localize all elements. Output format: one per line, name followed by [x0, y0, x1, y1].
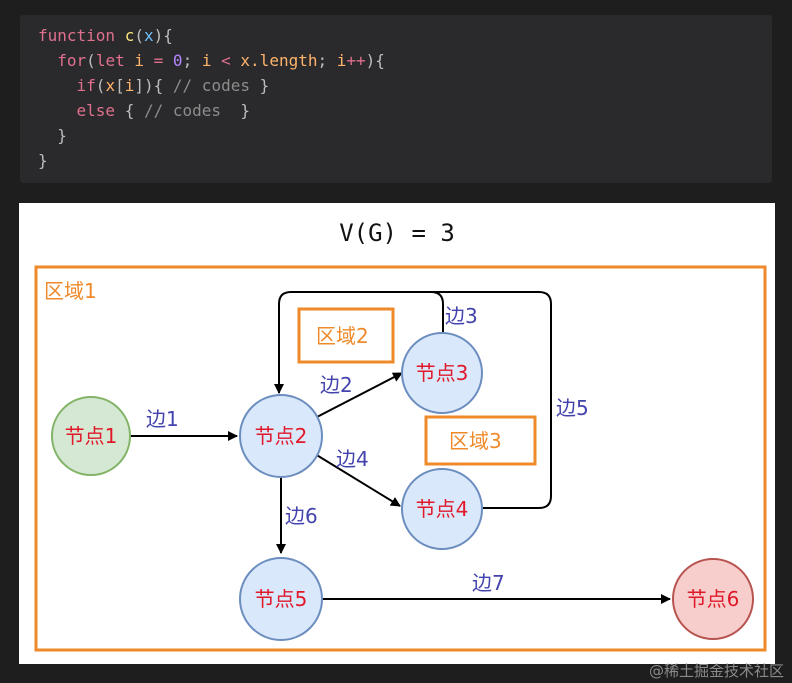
region-2-label: 区域2: [316, 324, 369, 348]
code-punct: (: [95, 76, 106, 95]
code-line-5: }: [57, 126, 67, 145]
code-variable: x: [105, 76, 116, 95]
code-punct: (: [86, 51, 96, 70]
code-punct: (: [134, 26, 144, 45]
code-variable: x: [240, 51, 251, 70]
code-variable: i: [201, 51, 212, 70]
code-punct: [: [115, 76, 125, 95]
edge-2-label: 边2: [320, 373, 353, 397]
node-2-label: 节点2: [255, 424, 308, 448]
code-keyword: let: [95, 51, 125, 70]
code-punct: ;: [317, 51, 328, 70]
watermark: @稀土掘金技术社区: [648, 662, 784, 680]
region-3-label: 区域3: [449, 429, 502, 453]
code-block: function c(x){ for(let i = 0; i < x.leng…: [38, 23, 385, 173]
code-line-3: if(x[i]){ // codes }: [77, 76, 270, 95]
node-6-label: 节点6: [687, 587, 740, 611]
edge-3-label: 边3: [445, 304, 478, 328]
code-keyword: function: [38, 26, 116, 45]
control-flow-graph: 节点1 节点2 节点3 节点4 节点5 节点6 边1 边2 边3 边4 边5 边…: [34, 265, 767, 652]
edge-7-label: 边7: [472, 571, 505, 595]
code-property: .length: [250, 51, 318, 70]
code-punct: ){: [365, 51, 385, 70]
code-variable: i: [124, 76, 135, 95]
region-1-label: 区域1: [44, 279, 97, 303]
code-punct: {: [153, 76, 164, 95]
edge-6-label: 边6: [285, 504, 318, 528]
code-operator: =: [153, 51, 164, 70]
code-punct: }: [240, 101, 250, 120]
code-operator: ++: [346, 51, 366, 70]
code-line-1: function c(x){: [38, 26, 173, 45]
edge-5-label: 边5: [556, 396, 589, 420]
code-line-6: }: [38, 151, 48, 170]
code-punct: ){: [153, 26, 173, 45]
node-3-label: 节点3: [416, 361, 469, 385]
code-keyword: for: [57, 51, 87, 70]
code-punct: ]): [134, 76, 154, 95]
code-variable: i: [134, 51, 144, 70]
code-operator: <: [221, 51, 231, 70]
code-comment: // codes: [172, 76, 250, 95]
region-1-box: [34, 265, 767, 652]
node-4-label: 节点4: [416, 497, 469, 521]
code-comment: // codes: [143, 101, 222, 120]
code-line-4: else { // codes }: [77, 101, 250, 120]
code-variable: i: [336, 51, 347, 70]
edge-1-label: 边1: [146, 407, 179, 431]
code-punct: {: [124, 101, 135, 120]
code-punct: }: [259, 76, 270, 95]
code-number: 0: [172, 51, 183, 70]
code-keyword: else: [76, 101, 116, 120]
code-function-name: c: [124, 26, 135, 45]
code-panel: function c(x){ for(let i = 0; i < x.leng…: [20, 15, 772, 183]
node-1-label: 节点1: [65, 424, 118, 448]
diagram-panel: V(G) = 3 节点1 节点2 节点3 节点4 节点5 节点6 边1 边2 边…: [19, 203, 775, 664]
code-line-2: for(let i = 0; i < x.length; i++){: [57, 51, 385, 70]
node-5-label: 节点5: [255, 587, 308, 611]
code-param: x: [143, 26, 154, 45]
code-keyword: if: [76, 76, 96, 95]
code-punct: ;: [182, 51, 193, 70]
edge-4-label: 边4: [336, 447, 369, 471]
